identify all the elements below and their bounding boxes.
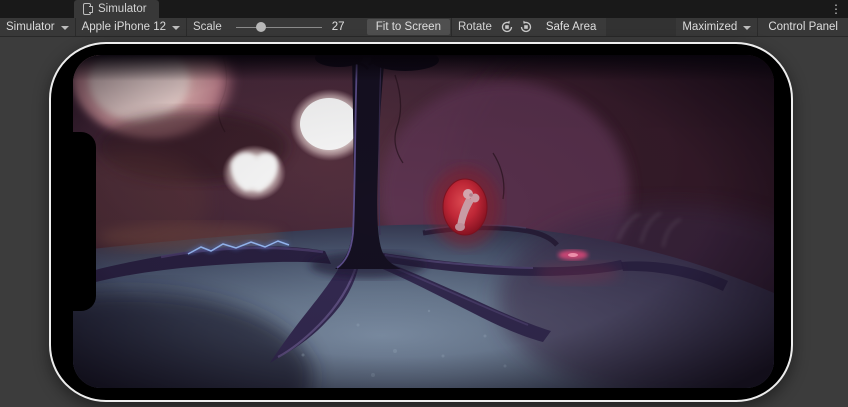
chevron-down-icon <box>172 26 180 30</box>
control-panel-button[interactable]: Control Panel <box>759 19 847 35</box>
chevron-down-icon <box>743 26 751 30</box>
vignette <box>73 55 774 388</box>
window-mode-dropdown[interactable]: Maximized <box>676 18 757 36</box>
device-simulator-icon <box>82 3 93 15</box>
simulator-view <box>0 38 848 407</box>
iphone-12-device-frame <box>49 42 793 402</box>
simulator-menu-label: Simulator <box>6 21 55 33</box>
rotate-group: Rotate Safe Area <box>452 18 606 36</box>
scale-slider-thumb[interactable] <box>256 22 266 32</box>
scale-value: 27 <box>326 18 356 36</box>
tab-title: Simulator <box>98 3 147 15</box>
scale-slider-track[interactable] <box>236 27 322 28</box>
toolbar-spacer <box>606 18 676 36</box>
game-screen[interactable] <box>73 55 774 388</box>
simulator-menu-dropdown[interactable]: Simulator <box>0 18 75 36</box>
fit-to-screen-button[interactable]: Fit to Screen <box>367 19 450 35</box>
scale-slider[interactable] <box>236 18 322 36</box>
device-simulator-window: Simulator ⋮ Simulator Apple iPhone 12 Sc… <box>0 0 848 407</box>
device-selector-label: Apple iPhone 12 <box>82 21 166 33</box>
game-scene <box>73 55 774 388</box>
tab-simulator[interactable]: Simulator <box>74 0 159 18</box>
rotate-ccw-icon[interactable] <box>498 19 517 35</box>
safe-area-button[interactable]: Safe Area <box>537 19 606 35</box>
iphone-notch <box>73 132 96 311</box>
scale-label: Scale <box>187 18 228 36</box>
toolbar-separator <box>757 18 758 36</box>
window-mode-label: Maximized <box>682 21 737 33</box>
rotate-label: Rotate <box>452 18 498 36</box>
device-selector-dropdown[interactable]: Apple iPhone 12 <box>76 18 186 36</box>
chevron-down-icon <box>61 26 69 30</box>
kebab-menu-icon[interactable]: ⋮ <box>829 1 843 17</box>
rotate-cw-icon[interactable] <box>517 19 536 35</box>
simulator-toolbar: Simulator Apple iPhone 12 Scale 27 Fit t… <box>0 18 848 37</box>
tab-bar: Simulator ⋮ <box>0 0 848 18</box>
